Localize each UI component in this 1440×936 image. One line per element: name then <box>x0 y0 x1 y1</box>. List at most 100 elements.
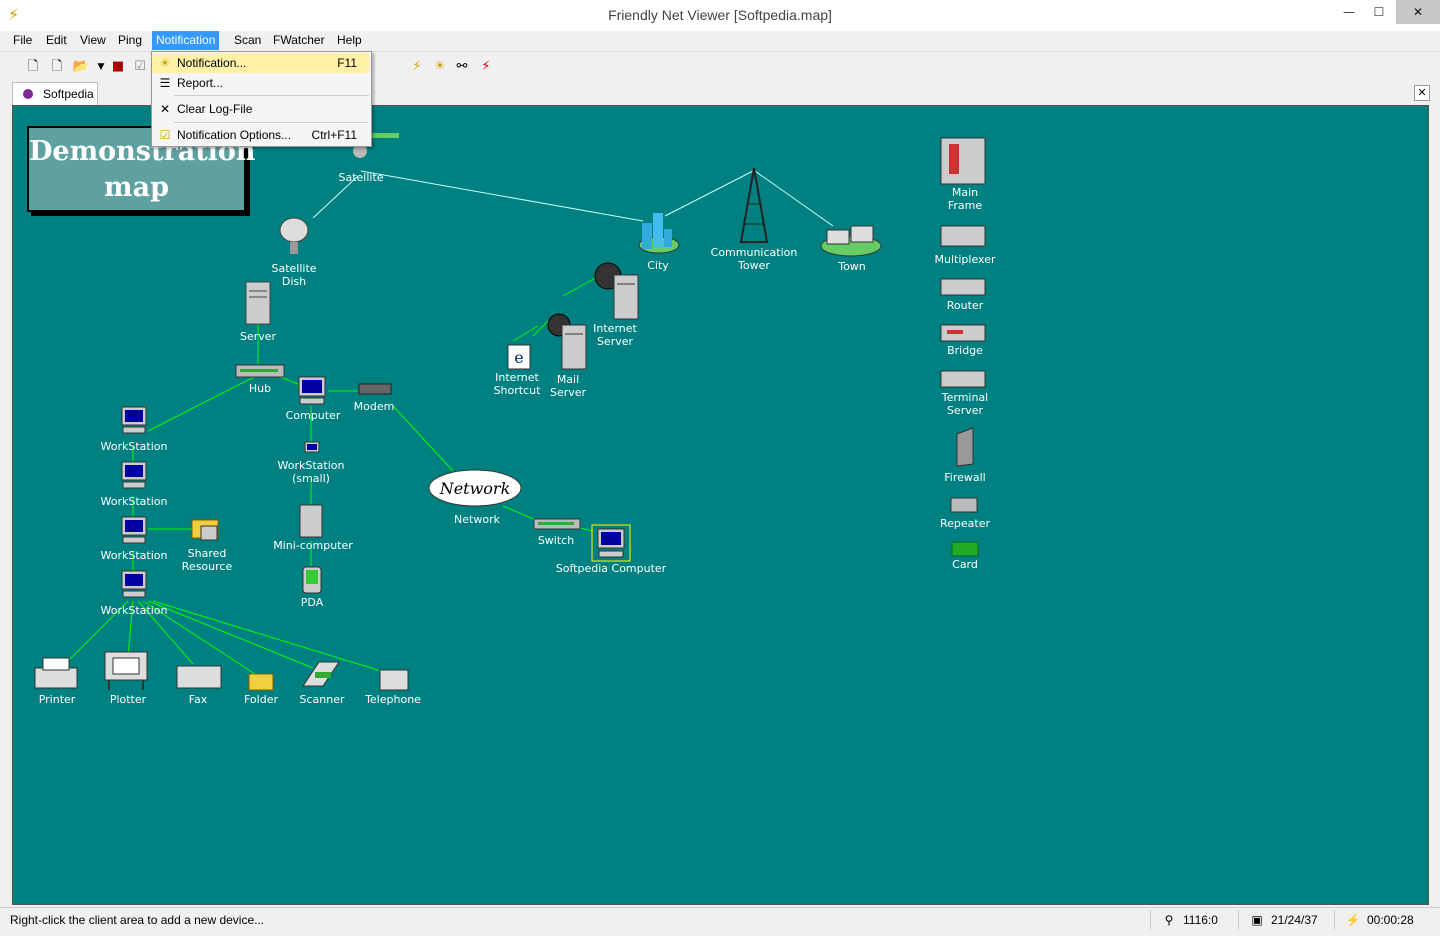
maximize-button[interactable]: ☐ <box>1364 0 1394 24</box>
menu-item-label: Notification... <box>177 56 247 70</box>
close-button[interactable]: ✕ <box>1396 0 1440 24</box>
status-time: 00:00:28 <box>1367 913 1414 927</box>
binoculars-icon[interactable]: ⚯ <box>453 58 471 76</box>
plotter-icon[interactable] <box>103 648 149 692</box>
title-bar: ⚡ Friendly Net Viewer [Softpedia.map] — … <box>0 0 1440 31</box>
satellite-dish-icon[interactable] <box>276 214 316 256</box>
workstation-icon[interactable] <box>120 516 148 546</box>
workstation-small-icon[interactable] <box>304 441 320 457</box>
lightning-stop-icon[interactable]: ⚡ <box>477 58 495 76</box>
device-label-workstation-1: WorkStation <box>100 440 168 453</box>
device-label-satellite: Satellite <box>338 171 384 184</box>
bridge-icon[interactable] <box>939 322 989 344</box>
menu-edit[interactable]: Edit <box>42 31 71 50</box>
device-label-multiplexer: Multiplexer <box>934 253 996 266</box>
window-title: Friendly Net Viewer [Softpedia.map] <box>608 7 832 23</box>
bell-icon: ☀ <box>159 56 171 70</box>
tower-icon[interactable] <box>737 164 771 244</box>
telephone-icon[interactable] <box>378 666 410 692</box>
firewall-icon[interactable] <box>953 426 979 468</box>
device-label-card: Card <box>952 558 978 571</box>
map-canvas[interactable]: Demonstration map Network e Satellite Sa… <box>12 105 1429 905</box>
device-label-mini-computer: Mini-computer <box>273 539 353 552</box>
new-document-icon[interactable]: 🗋 <box>48 58 66 76</box>
status-counter: 1116:0 <box>1183 913 1218 927</box>
softpedia-computer-icon[interactable] <box>591 524 631 562</box>
menu-item-clear-log-file[interactable]: ✕ Clear Log-File <box>152 99 369 119</box>
clear-icon: ✕ <box>159 102 171 116</box>
switch-icon[interactable] <box>533 516 581 532</box>
card-icon[interactable] <box>951 540 981 558</box>
mail-server-icon[interactable] <box>561 324 587 370</box>
menu-item-notification[interactable]: ☀ Notification... F11 <box>152 53 369 73</box>
tab-status-dot-icon <box>23 89 33 99</box>
menu-help[interactable]: Help <box>333 31 366 50</box>
town-icon[interactable] <box>819 224 883 258</box>
computer-icon[interactable] <box>297 376 327 406</box>
fax-icon[interactable] <box>175 660 223 690</box>
device-label-workstation-2: WorkStation <box>100 495 168 508</box>
bell-icon[interactable]: ☀ <box>431 58 449 76</box>
ie-icon[interactable]: e <box>507 344 531 370</box>
device-label-telephone: Telephone <box>365 693 421 706</box>
status-devices-cell: ▣ 21/24/37 <box>1238 910 1335 930</box>
network-cloud-text: Network <box>439 479 511 498</box>
shared-folder-icon[interactable] <box>191 514 223 544</box>
device-label-computer: Computer <box>285 409 341 422</box>
internet-server-icon[interactable] <box>613 274 639 320</box>
tab-softpedia[interactable]: Softpedia <box>12 82 98 105</box>
minicomputer-icon[interactable] <box>299 504 323 538</box>
tab-label: Softpedia <box>43 87 94 101</box>
menu-item-report[interactable]: ☰ Report... <box>152 73 369 93</box>
multiplexer-icon[interactable] <box>939 222 989 250</box>
workstation-icon[interactable] <box>120 570 148 600</box>
tab-close-button[interactable]: ✕ <box>1414 85 1430 101</box>
menu-item-shortcut: Ctrl+F11 <box>311 128 357 142</box>
workstation-icon[interactable] <box>120 406 148 436</box>
save-icon[interactable]: ■ <box>109 58 127 76</box>
status-devices: 21/24/37 <box>1271 913 1318 927</box>
scanner-icon[interactable] <box>301 658 341 690</box>
device-label-mail-server: Mail Server <box>549 373 587 399</box>
menu-view[interactable]: View <box>76 31 110 50</box>
modem-icon[interactable] <box>358 382 392 396</box>
device-label-printer: Printer <box>38 693 76 706</box>
workstation-icon[interactable] <box>120 461 148 491</box>
printer-icon[interactable] <box>33 656 79 692</box>
device-label-pda: PDA <box>300 596 324 609</box>
device-label-server: Server <box>239 330 277 343</box>
pda-icon[interactable] <box>302 566 322 594</box>
menu-fwatcher[interactable]: FWatcher <box>269 31 329 50</box>
open-dropdown-chevron-icon[interactable]: ▼ <box>92 58 110 76</box>
mainframe-icon[interactable] <box>939 136 989 186</box>
checkbox-icon[interactable]: ☑ <box>131 58 149 76</box>
new-map-icon[interactable]: 🗋 <box>24 58 42 76</box>
cloud-icon[interactable]: Network <box>425 466 525 508</box>
menu-file[interactable]: File <box>9 31 36 50</box>
status-counter-cell: ⚲ 1116:0 <box>1150 910 1239 930</box>
device-label-router: Router <box>946 299 984 312</box>
hub-icon[interactable] <box>235 362 285 380</box>
folder-icon[interactable] <box>248 670 274 692</box>
open-folder-icon[interactable]: 📂 <box>72 58 90 76</box>
terminal-server-icon[interactable] <box>939 368 989 390</box>
device-label-main-frame: Main Frame <box>947 186 983 212</box>
device-label-internet-server: Internet Server <box>593 322 637 348</box>
menu-ping[interactable]: Ping <box>114 31 146 50</box>
server-icon[interactable] <box>245 281 271 325</box>
lightning-icon[interactable]: ⚡ <box>408 58 426 76</box>
device-label-satellite-dish: Satellite Dish <box>271 262 317 288</box>
device-label-terminal-server: Terminal Server <box>941 391 989 417</box>
minimize-button[interactable]: — <box>1334 0 1364 24</box>
device-label-plotter: Plotter <box>109 693 147 706</box>
menu-notification[interactable]: Notification <box>152 31 220 50</box>
repeater-icon[interactable] <box>947 492 983 516</box>
device-label-city: City <box>647 259 669 272</box>
menu-item-notification-options[interactable]: ☑ Notification Options... Ctrl+F11 <box>152 125 369 145</box>
options-icon: ☑ <box>159 128 171 142</box>
city-icon[interactable] <box>636 211 682 257</box>
device-label-shared-resource: Shared Resource <box>181 547 233 573</box>
menu-scan[interactable]: Scan <box>230 31 265 50</box>
device-label-softpedia-computer: Softpedia Computer <box>555 562 667 575</box>
router-icon[interactable] <box>939 276 989 298</box>
